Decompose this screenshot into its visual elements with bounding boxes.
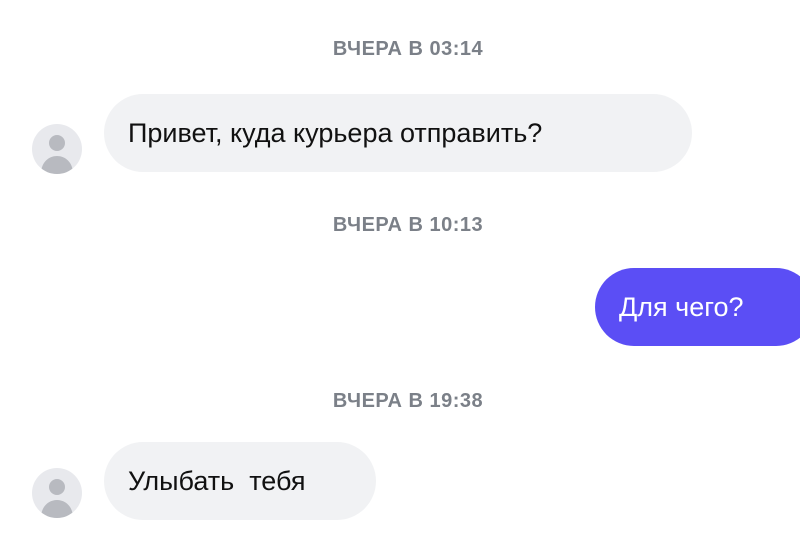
person-placeholder-icon [41, 479, 73, 518]
message-text: Улыбать тебя [128, 465, 306, 496]
message-text: Привет, куда курьера отправить? [128, 117, 543, 148]
message-timestamp: ВЧЕРА В 10:13 [332, 214, 484, 236]
message-timestamp: ВЧЕРА В 03:14 [332, 38, 484, 60]
incoming-message-bubble[interactable]: Привет, куда курьера отправить? [104, 94, 692, 172]
message-timestamp: ВЧЕРА В 19:38 [332, 390, 484, 412]
message-text: Для чего? [619, 291, 744, 322]
person-placeholder-icon [41, 135, 73, 174]
outgoing-message-bubble[interactable]: Для чего? [595, 268, 800, 346]
incoming-message-bubble[interactable]: Улыбать тебя [104, 442, 376, 520]
sender-avatar[interactable] [32, 124, 82, 174]
sender-avatar[interactable] [32, 468, 82, 518]
